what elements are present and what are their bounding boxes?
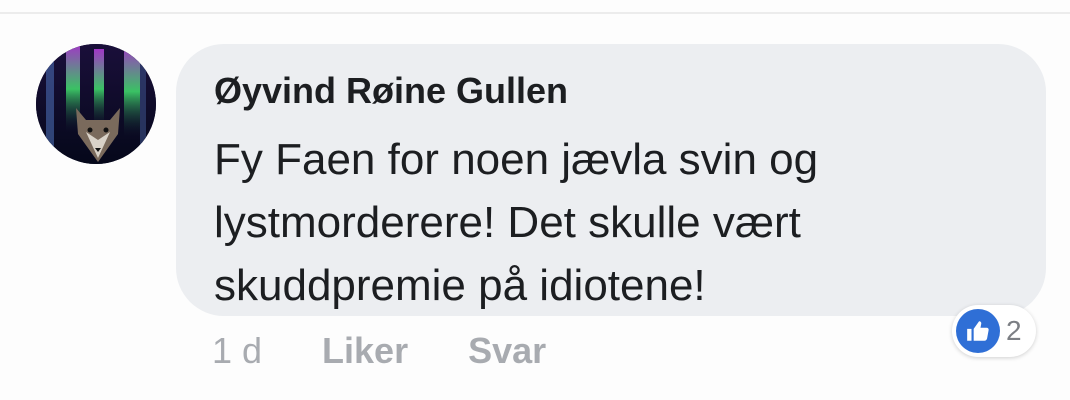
comment-line: skuddpremie på idiotene! bbox=[214, 261, 706, 310]
comment-line: lystmorderere! Det skulle vært bbox=[214, 198, 801, 247]
comment-body: Fy Faen for noen jævla svin og lystmorde… bbox=[214, 128, 1014, 317]
thumbs-up-icon bbox=[956, 309, 1000, 353]
reply-button[interactable]: Svar bbox=[468, 330, 546, 372]
like-button[interactable]: Liker bbox=[322, 330, 408, 372]
comment-author-name[interactable]: Øyvind Røine Gullen bbox=[214, 70, 568, 112]
comment-actions: 1 d Liker Svar bbox=[212, 328, 546, 374]
reaction-count: 2 bbox=[1006, 315, 1022, 346]
comment-bubble: Øyvind Røine Gullen Fy Faen for noen jæv… bbox=[176, 44, 1046, 316]
top-divider bbox=[0, 12, 1070, 14]
wolf-aurora-avatar-icon bbox=[36, 44, 156, 164]
reaction-summary[interactable]: 2 bbox=[952, 305, 1036, 357]
avatar[interactable] bbox=[36, 44, 156, 164]
comment-timestamp[interactable]: 1 d bbox=[212, 330, 262, 372]
comment-line: Fy Faen for noen jævla svin og bbox=[214, 135, 819, 184]
